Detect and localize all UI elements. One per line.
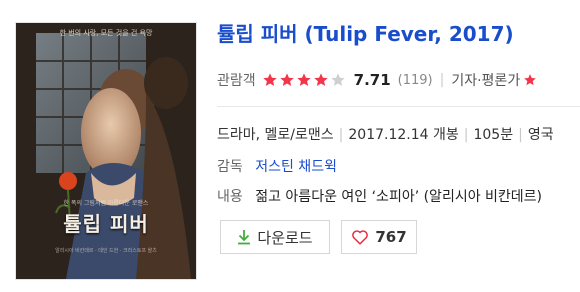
poster-tagline: 한 번의 사랑, 모든 것을 건 욕망 [59, 29, 153, 37]
runtime: 105분 [473, 127, 514, 143]
rating-score: 7.71 [353, 71, 391, 89]
info-separator: | [463, 127, 469, 143]
synopsis-label: 내용 [217, 189, 243, 205]
country: 영국 [527, 127, 554, 143]
movie-card: 한 번의 사랑, 모든 것을 건 욕망 한 폭의 그림처럼 아름다운 로맨스 튤… [0, 0, 580, 292]
poster-artwork [16, 23, 196, 279]
star-icon [313, 73, 328, 86]
director-label: 감독 [217, 159, 243, 175]
star-rating [262, 72, 347, 88]
rating-separator: | [439, 72, 445, 88]
director-row: 감독 저스틴 채드윅 [217, 156, 337, 176]
info-separator: | [338, 127, 344, 143]
heart-icon [352, 230, 369, 245]
poster-credits: 알리시아 비칸데르 · 데인 드한 · 크리스토프 왈츠 [55, 248, 157, 254]
movie-info-row: 드라마, 멜로/로맨스 | 2017.12.14 개봉 | 105분 | 영국 [217, 124, 554, 144]
rating-row: 관람객 7.71 (119) | 기자·평론가 [217, 70, 537, 90]
star-icon [330, 73, 345, 86]
release-date: 2017.12.14 개봉 [348, 127, 459, 143]
star-icon [524, 74, 537, 86]
synopsis-text: 젊고 아름다운 여인 ‘소피아’ (알리시아 비칸데르) [255, 189, 543, 205]
info-separator: | [518, 127, 523, 143]
synopsis-row: 내용 젊고 아름다운 여인 ‘소피아’ (알리시아 비칸데르) [217, 186, 542, 206]
download-label: 다운로드 [257, 228, 313, 247]
audience-rating-label: 관람객 [217, 73, 256, 89]
poster-subtitle: 한 폭의 그림처럼 아름다운 로맨스 [63, 200, 149, 207]
movie-poster[interactable]: 한 번의 사랑, 모든 것을 건 욕망 한 폭의 그림처럼 아름다운 로맨스 튤… [15, 22, 197, 280]
genre: 드라마, 멜로/로맨스 [217, 127, 334, 143]
rating-count[interactable]: (119) [398, 73, 433, 88]
star-icon [279, 73, 294, 86]
director-link[interactable]: 저스틴 채드윅 [255, 159, 337, 175]
download-icon [238, 230, 251, 245]
poster-title: 튤립 피버 [63, 212, 149, 236]
critic-rating-label: 기자·평론가 [451, 73, 521, 89]
star-icon [262, 73, 277, 86]
movie-title[interactable]: 튤립 피버 (Tulip Fever, 2017) [217, 18, 514, 47]
like-button[interactable]: 767 [341, 220, 417, 254]
like-count: 767 [375, 228, 407, 246]
divider [217, 106, 580, 107]
download-button[interactable]: 다운로드 [220, 220, 330, 254]
star-icon [296, 73, 311, 86]
